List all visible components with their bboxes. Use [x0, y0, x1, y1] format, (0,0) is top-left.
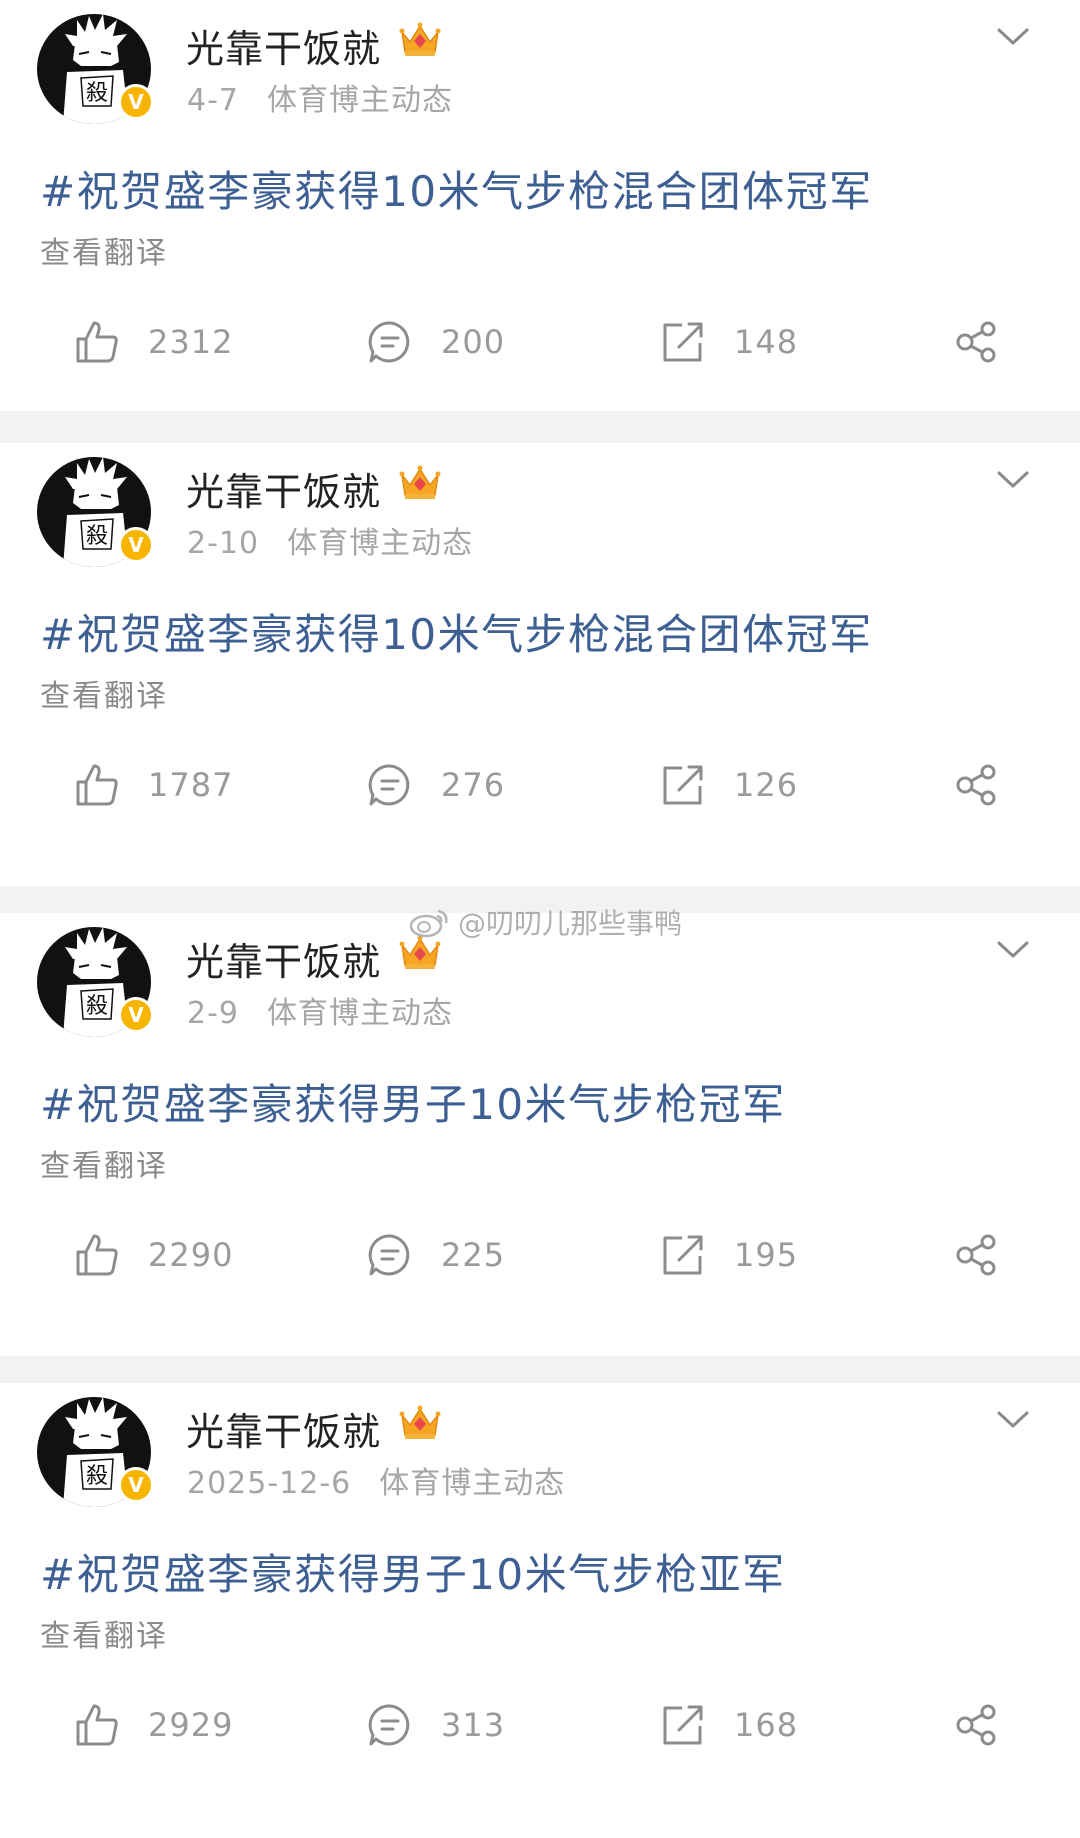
post-meta: 2-9 体育博主动态 [187, 988, 453, 1032]
repost-icon [663, 322, 703, 362]
like-icon [76, 764, 118, 806]
repost-button[interactable]: 148 [660, 312, 798, 372]
repost-button[interactable]: 195 [660, 1225, 798, 1285]
repost-button[interactable]: 126 [660, 755, 798, 815]
post-date: 2-10 [187, 526, 260, 561]
verified-icon: V [118, 84, 154, 120]
like-count: 2312 [148, 323, 234, 361]
repost-icon [663, 765, 703, 805]
username[interactable]: 光靠干饭就 [186, 461, 381, 516]
share-button[interactable] [954, 755, 1000, 815]
comment-count: 225 [441, 1236, 506, 1274]
post-date: 4-7 [187, 83, 239, 118]
comment-icon [368, 1234, 410, 1276]
share-icon [956, 1704, 996, 1746]
chevron-down-icon[interactable] [996, 26, 1030, 48]
repost-count: 195 [734, 1236, 799, 1274]
repost-icon [663, 1705, 703, 1745]
share-icon [956, 764, 996, 806]
post-card[interactable]: 殺 V 光靠干饭就 2-10 体育博主动态 #祝贺盛李豪获得10米气步枪混合团体冠… [0, 443, 1080, 886]
comment-button[interactable]: 200 [367, 312, 505, 372]
comment-count: 276 [441, 766, 506, 804]
post-card[interactable]: 殺 V 光靠干饭就 2025-12-6 体育博主动态 #祝贺盛李豪获得男子10米气… [0, 1383, 1080, 1838]
comment-icon [368, 764, 410, 806]
translate-link[interactable]: 查看翻译 [40, 1611, 168, 1655]
share-icon [956, 1234, 996, 1276]
verified-icon: V [118, 527, 154, 563]
watermark: @叨叨儿那些事鸭 [408, 902, 682, 942]
share-button[interactable] [954, 1695, 1000, 1755]
like-count: 2929 [148, 1706, 234, 1744]
post-meta: 2025-12-6 体育博主动态 [187, 1458, 565, 1502]
post-source: 体育博主动态 [379, 1466, 566, 1501]
share-button[interactable] [954, 312, 1000, 372]
svg-text:殺: 殺 [86, 81, 108, 106]
comment-icon [368, 1704, 410, 1746]
repost-icon [663, 1235, 703, 1275]
crown-icon [399, 1405, 441, 1439]
comment-count: 200 [441, 323, 506, 361]
translate-link[interactable]: 查看翻译 [40, 671, 168, 715]
like-count: 2290 [148, 1236, 234, 1274]
share-button[interactable] [954, 1225, 1000, 1285]
crown-icon [399, 465, 441, 499]
comment-button[interactable]: 276 [367, 755, 505, 815]
chevron-down-icon[interactable] [996, 1409, 1030, 1431]
like-count: 1787 [148, 766, 234, 804]
watermark-text: @叨叨儿那些事鸭 [458, 907, 683, 940]
repost-count: 148 [734, 323, 799, 361]
svg-text:殺: 殺 [86, 1464, 108, 1489]
translate-link[interactable]: 查看翻译 [40, 1141, 168, 1185]
username[interactable]: 光靠干饭就 [186, 931, 381, 986]
like-icon [76, 321, 118, 363]
repost-count: 168 [734, 1706, 799, 1744]
verified-icon: V [118, 1467, 154, 1503]
like-button[interactable]: 2290 [74, 1225, 233, 1285]
comment-button[interactable]: 313 [367, 1695, 505, 1755]
post-source: 体育博主动态 [267, 83, 453, 118]
weibo-logo-icon [409, 909, 448, 938]
post-hashtag-text[interactable]: #祝贺盛李豪获得男子10米气步枪冠军 [40, 1071, 786, 1132]
comment-count: 313 [441, 1706, 506, 1744]
username[interactable]: 光靠干饭就 [186, 1401, 381, 1456]
repost-button[interactable]: 168 [660, 1695, 798, 1755]
post-hashtag-text[interactable]: #祝贺盛李豪获得男子10米气步枪亚军 [40, 1541, 786, 1602]
chevron-down-icon[interactable] [996, 469, 1030, 491]
post-card[interactable]: 殺 V 光靠干饭就 2-9 体育博主动态 #祝贺盛李豪获得男子10米气步枪冠军 查… [0, 913, 1080, 1356]
post-card[interactable]: 殺 V 光靠干饭就 4-7 体育博主动态 #祝贺盛李豪获得10米气步枪混合团体冠军… [0, 0, 1080, 411]
comment-icon [368, 321, 410, 363]
post-source: 体育博主动态 [267, 996, 453, 1031]
post-source: 体育博主动态 [287, 526, 474, 561]
share-icon [956, 321, 996, 363]
comment-button[interactable]: 225 [367, 1225, 505, 1285]
post-meta: 4-7 体育博主动态 [187, 75, 453, 119]
post-date: 2025-12-6 [187, 1466, 352, 1501]
crown-icon [399, 22, 441, 56]
svg-text:殺: 殺 [86, 994, 108, 1019]
repost-count: 126 [734, 766, 799, 804]
verified-icon: V [118, 997, 154, 1033]
username[interactable]: 光靠干饭就 [186, 18, 381, 73]
post-meta: 2-10 体育博主动态 [187, 518, 473, 562]
like-icon [76, 1234, 118, 1276]
chevron-down-icon[interactable] [996, 939, 1030, 961]
svg-text:殺: 殺 [86, 524, 108, 549]
post-date: 2-9 [187, 996, 239, 1031]
like-button[interactable]: 1787 [74, 755, 233, 815]
post-hashtag-text[interactable]: #祝贺盛李豪获得10米气步枪混合团体冠军 [40, 601, 873, 662]
post-hashtag-text[interactable]: #祝贺盛李豪获得10米气步枪混合团体冠军 [40, 158, 873, 219]
like-button[interactable]: 2312 [74, 312, 233, 372]
like-button[interactable]: 2929 [74, 1695, 233, 1755]
like-icon [76, 1704, 118, 1746]
translate-link[interactable]: 查看翻译 [40, 228, 168, 272]
